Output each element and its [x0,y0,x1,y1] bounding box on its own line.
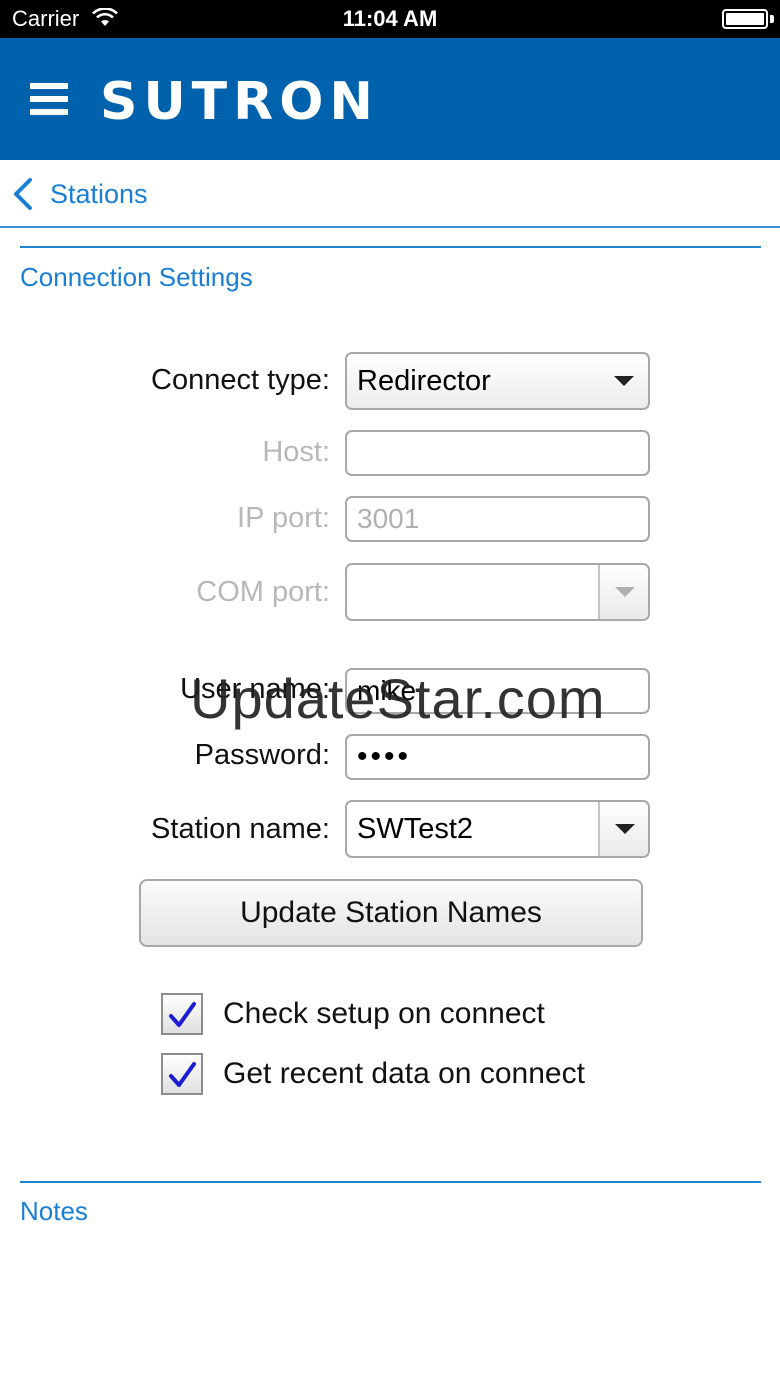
com-port-dropdown-button[interactable] [598,565,648,619]
com-port-label: COM port: [196,576,330,608]
menu-icon[interactable] [30,83,68,115]
com-port-combo[interactable] [345,563,650,621]
password-label: Password: [194,739,330,771]
station-name-combo[interactable]: SWTest2 [345,800,650,858]
back-button[interactable]: Stations [10,172,148,216]
ip-port-input[interactable]: 3001 [345,496,650,542]
section-divider [20,1181,761,1183]
checkmark-icon [169,1062,196,1087]
get-recent-row[interactable]: Get recent data on connect [161,1053,585,1095]
get-recent-label: Get recent data on connect [223,1057,585,1090]
ip-port-label: IP port: [237,502,330,534]
dropdown-arrow-icon [614,376,634,386]
nav-bar: Stations [0,160,780,228]
battery-icon [722,9,768,29]
section-title-notes: Notes [20,1196,88,1226]
app-header: SUTRON [0,38,780,160]
password-input[interactable]: •••• [345,734,650,780]
station-name-label: Station name: [151,813,330,845]
connect-type-value: Redirector [357,364,491,397]
back-label: Stations [50,178,148,209]
checkmark-icon [169,1002,196,1027]
get-recent-checkbox[interactable] [161,1053,203,1095]
clock: 11:04 AM [342,6,438,31]
section-divider [20,246,761,248]
connect-type-label: Connect type: [151,364,330,396]
status-bar: Carrier 11:04 AM [0,0,780,38]
check-setup-label: Check setup on connect [223,997,545,1030]
station-name-dropdown-button[interactable] [598,802,648,856]
sutron-logo: SUTRON [100,72,379,132]
ip-port-value: 3001 [357,503,420,534]
dropdown-arrow-icon [615,587,635,597]
host-label: Host: [262,436,330,468]
chevron-left-icon [14,178,32,210]
dropdown-arrow-icon [615,824,635,834]
check-setup-checkbox[interactable] [161,993,203,1035]
section-title-connection: Connection Settings [20,262,253,292]
host-input[interactable] [345,430,650,476]
battery-tip [770,15,774,23]
update-station-names-button[interactable]: Update Station Names [139,879,643,947]
watermark: UpdateStar.com [190,667,606,730]
connect-type-select[interactable]: Redirector [345,352,650,410]
check-setup-row[interactable]: Check setup on connect [161,993,545,1035]
password-value: •••• [357,740,412,773]
